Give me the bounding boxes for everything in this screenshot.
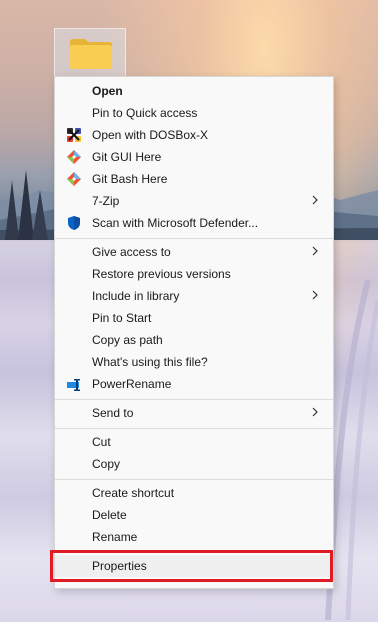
menu-item-label: Rename — [92, 530, 138, 544]
menu-item-label: 7-Zip — [92, 194, 120, 208]
menu-item-label: Open with DOSBox-X — [92, 128, 209, 142]
menu-item-7-zip[interactable]: 7-Zip — [55, 190, 333, 212]
menu-item-label: Open — [92, 84, 123, 98]
menu-item-label: Cut — [92, 435, 111, 449]
selected-folder-tile[interactable] — [54, 28, 126, 76]
trees-backdrop — [5, 170, 48, 240]
menu-item-send-to[interactable]: Send to — [55, 402, 333, 424]
menu-item-label: Copy — [92, 457, 121, 471]
menu-item-label: Include in library — [92, 289, 180, 303]
menu-item-whats-using-this-file[interactable]: What's using this file? — [55, 351, 333, 373]
menu-item-give-access-to[interactable]: Give access to — [55, 241, 333, 263]
menu-item-copy[interactable]: Copy — [55, 453, 333, 475]
menu-item-delete[interactable]: Delete — [55, 504, 333, 526]
menu-item-label: Restore previous versions — [92, 267, 231, 281]
menu-item-label: Git GUI Here — [92, 150, 162, 164]
context-menu: Open Pin to Quick access Open with DOSBo… — [54, 76, 334, 589]
menu-item-open[interactable]: Open — [55, 80, 333, 102]
menu-item-label: Create shortcut — [92, 486, 175, 500]
powerrename-icon — [67, 379, 80, 391]
menu-item-label: Copy as path — [92, 333, 163, 347]
menu-item-create-shortcut[interactable]: Create shortcut — [55, 482, 333, 504]
properties-highlight-box — [50, 550, 333, 582]
menu-item-restore-previous-versions[interactable]: Restore previous versions — [55, 263, 333, 285]
git-bash-icon — [67, 172, 81, 186]
menu-item-scan-with-defender[interactable]: Scan with Microsoft Defender... — [55, 212, 333, 234]
menu-separator — [55, 399, 333, 400]
menu-item-label: Send to — [92, 406, 134, 420]
git-gui-icon — [67, 150, 81, 164]
menu-item-label: Scan with Microsoft Defender... — [92, 216, 259, 230]
chevron-right-icon — [312, 407, 318, 417]
chevron-right-icon — [312, 195, 318, 205]
folder-icon[interactable] — [69, 36, 113, 70]
dosbox-icon — [67, 128, 81, 142]
menu-item-pin-to-start[interactable]: Pin to Start — [55, 307, 333, 329]
desktop-background: Open Pin to Quick access Open with DOSBo… — [0, 0, 378, 622]
menu-separator — [55, 479, 333, 480]
menu-item-rename[interactable]: Rename — [55, 526, 333, 548]
menu-item-copy-as-path[interactable]: Copy as path — [55, 329, 333, 351]
menu-item-cut[interactable]: Cut — [55, 431, 333, 453]
menu-item-label: Give access to — [92, 245, 171, 259]
menu-item-label: Pin to Start — [92, 311, 152, 325]
menu-item-label: Delete — [92, 508, 127, 522]
menu-item-label: What's using this file? — [92, 355, 208, 369]
chevron-right-icon — [312, 290, 318, 300]
menu-item-pin-to-quick-access[interactable]: Pin to Quick access — [55, 102, 333, 124]
menu-separator — [55, 238, 333, 239]
menu-item-open-with-dosbox-x[interactable]: Open with DOSBox-X — [55, 124, 333, 146]
menu-item-git-bash-here[interactable]: Git Bash Here — [55, 168, 333, 190]
menu-item-include-in-library[interactable]: Include in library — [55, 285, 333, 307]
menu-item-powerrename[interactable]: PowerRename — [55, 373, 333, 395]
menu-item-git-gui-here[interactable]: Git GUI Here — [55, 146, 333, 168]
defender-shield-icon — [68, 216, 80, 230]
menu-item-label: Git Bash Here — [92, 172, 168, 186]
menu-item-label: PowerRename — [92, 377, 172, 391]
chevron-right-icon — [312, 246, 318, 256]
menu-separator — [55, 428, 333, 429]
menu-item-label: Pin to Quick access — [92, 106, 198, 120]
